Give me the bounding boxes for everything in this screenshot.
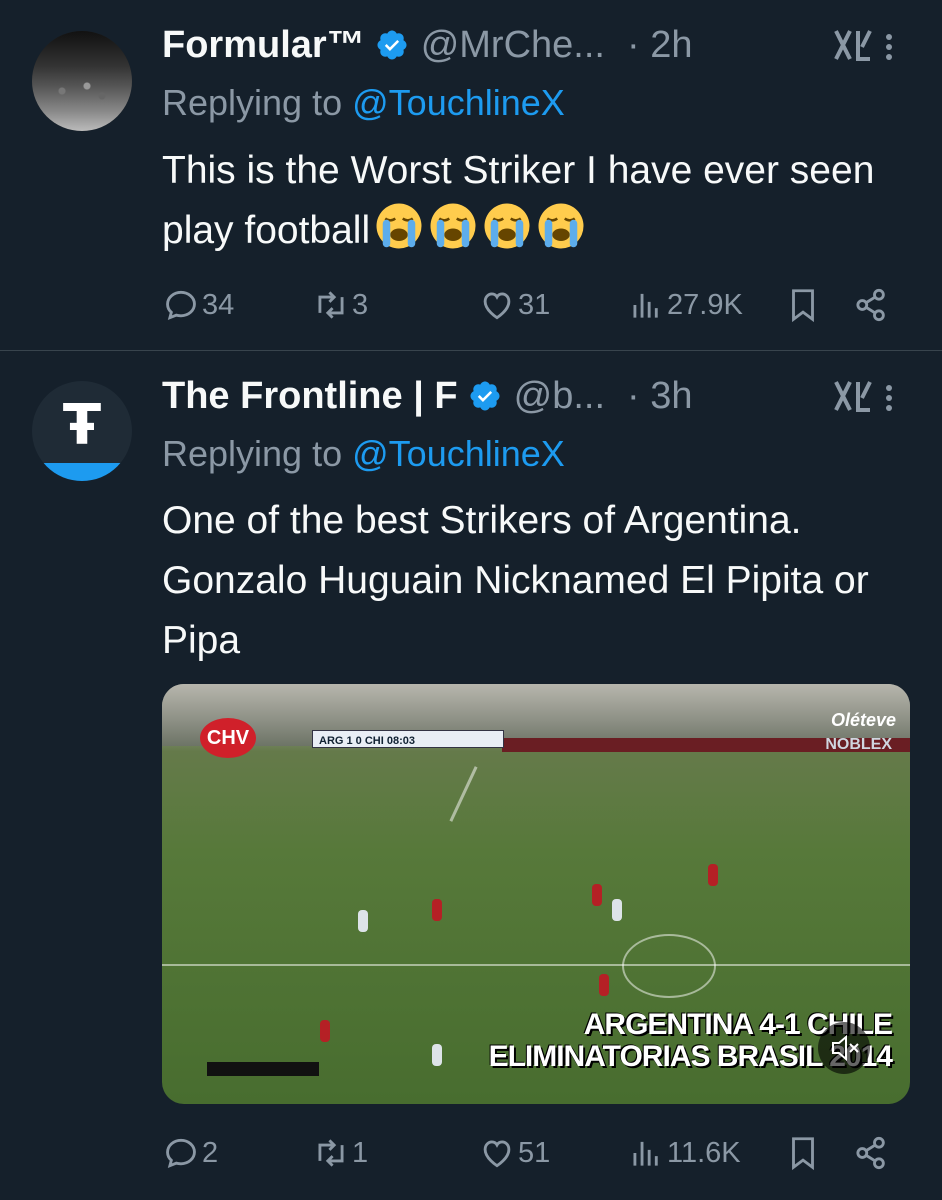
retweet-icon bbox=[318, 291, 344, 319]
replying-label: Replying to bbox=[162, 433, 343, 474]
display-name[interactable]: The Frontline | F bbox=[162, 375, 458, 418]
loudly-crying-face-icon bbox=[376, 203, 422, 249]
player bbox=[320, 1020, 330, 1042]
avatar[interactable] bbox=[32, 31, 132, 131]
player bbox=[599, 974, 609, 996]
like-count: 51 bbox=[518, 1136, 551, 1169]
mention-link[interactable]: @TouchlineX bbox=[352, 82, 565, 123]
handle[interactable]: @b... bbox=[514, 375, 605, 418]
pitch-line bbox=[622, 934, 716, 998]
timestamp[interactable]: · 3h bbox=[627, 375, 692, 418]
replying-label: Replying to bbox=[162, 82, 343, 123]
bookmark-button[interactable] bbox=[784, 1128, 824, 1178]
tweet-header: Formular™ @MrChe... · 2h bbox=[162, 20, 922, 70]
bookmark-icon bbox=[792, 289, 814, 323]
video-player[interactable]: ARG 1 0 CHI 08:03 CHV Oléteve NOBLEX ARG… bbox=[162, 684, 910, 1104]
player bbox=[358, 910, 368, 932]
views-button[interactable]: 11.6K bbox=[627, 1128, 741, 1178]
reply-count: 34 bbox=[202, 288, 235, 321]
handle[interactable]: @MrChe... bbox=[421, 24, 605, 67]
share-icon bbox=[856, 288, 885, 322]
player bbox=[432, 1044, 442, 1066]
timestamp[interactable]: · 2h bbox=[627, 24, 692, 67]
action-bar: 34 3 31 27.9K bbox=[162, 280, 912, 330]
more-icon[interactable] bbox=[884, 381, 894, 417]
tweet-text: One of the best Strikers of Argentina. G… bbox=[162, 499, 869, 662]
verified-badge-icon bbox=[470, 381, 500, 411]
reply-icon bbox=[166, 1138, 196, 1169]
view-count: 27.9K bbox=[667, 288, 743, 321]
tweet-header: The Frontline | F @b... · 3h bbox=[162, 371, 922, 421]
mention-link[interactable]: @TouchlineX bbox=[352, 433, 565, 474]
pitch-line bbox=[162, 964, 910, 966]
like-button[interactable]: 31 bbox=[478, 280, 550, 330]
bookmark-button[interactable] bbox=[784, 280, 824, 330]
tweet[interactable]: Ŧ The Frontline | F @b... · 3h Replying … bbox=[0, 351, 942, 1200]
player bbox=[592, 884, 602, 906]
like-icon bbox=[483, 1140, 511, 1168]
views-icon bbox=[633, 293, 658, 318]
player bbox=[432, 899, 442, 921]
grok-icon[interactable] bbox=[832, 25, 874, 65]
player bbox=[708, 864, 718, 886]
action-bar: 2 1 51 11.6K bbox=[162, 1128, 912, 1178]
broadcaster-logo: CHV bbox=[200, 718, 256, 758]
loudly-crying-face-icon bbox=[430, 203, 476, 249]
score-text: ARG 1 0 CHI 08:03 bbox=[319, 735, 415, 747]
share-icon bbox=[856, 1136, 885, 1170]
pitch-line bbox=[449, 766, 478, 822]
reply-button[interactable]: 34 bbox=[162, 280, 234, 330]
share-button[interactable] bbox=[852, 1128, 892, 1178]
view-count: 11.6K bbox=[667, 1136, 741, 1169]
mute-icon bbox=[832, 1034, 859, 1062]
views-icon bbox=[633, 1141, 658, 1166]
reply-icon bbox=[166, 290, 196, 321]
mute-button[interactable] bbox=[818, 1022, 870, 1074]
more-icon[interactable] bbox=[884, 30, 894, 66]
views-button[interactable]: 27.9K bbox=[627, 280, 743, 330]
reply-button[interactable]: 2 bbox=[162, 1128, 218, 1178]
score-bar: ARG 1 0 CHI 08:03 bbox=[312, 730, 504, 748]
loudly-crying-face-icon bbox=[484, 203, 530, 249]
loudly-crying-face-icon bbox=[538, 203, 584, 249]
like-count: 31 bbox=[518, 288, 551, 321]
verified-badge-icon bbox=[377, 30, 407, 60]
retweet-count: 1 bbox=[352, 1136, 369, 1169]
tweet-text: This is the Worst Striker I have ever se… bbox=[162, 141, 902, 261]
sponsor-logo: Oléteve bbox=[830, 710, 896, 730]
avatar-logo: Ŧ bbox=[62, 393, 102, 458]
bookmark-icon bbox=[792, 1137, 814, 1171]
retweet-button[interactable]: 3 bbox=[312, 280, 368, 330]
sponsor-banner bbox=[207, 1062, 319, 1076]
sponsor-logo: NOBLEX bbox=[825, 736, 892, 753]
replying-to: Replying to @TouchlineX bbox=[162, 433, 565, 475]
like-icon bbox=[483, 292, 511, 320]
reply-count: 2 bbox=[202, 1136, 219, 1169]
replying-to: Replying to @TouchlineX bbox=[162, 82, 565, 124]
retweet-count: 3 bbox=[352, 288, 369, 321]
retweet-icon bbox=[318, 1139, 344, 1167]
tweet[interactable]: Formular™ @MrChe... · 2h Replying to @To… bbox=[0, 0, 942, 350]
stadium-stands bbox=[162, 684, 910, 746]
grok-icon[interactable] bbox=[832, 376, 874, 416]
player bbox=[612, 899, 622, 921]
retweet-button[interactable]: 1 bbox=[312, 1128, 368, 1178]
display-name[interactable]: Formular™ bbox=[162, 24, 365, 67]
avatar[interactable]: Ŧ bbox=[32, 381, 132, 481]
like-button[interactable]: 51 bbox=[478, 1128, 550, 1178]
share-button[interactable] bbox=[852, 280, 892, 330]
